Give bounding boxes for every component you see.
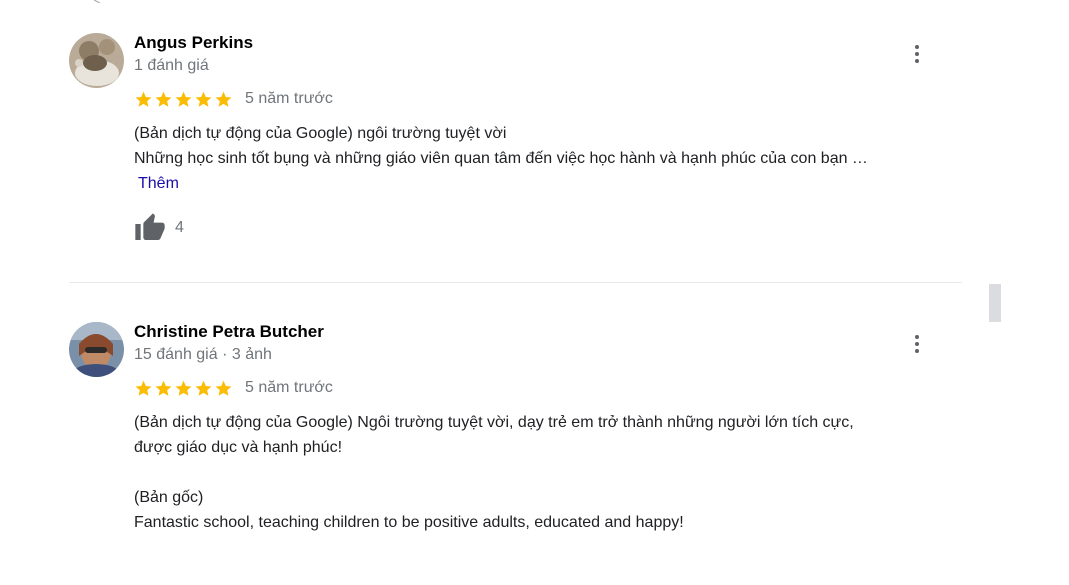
more-vert-icon	[915, 45, 919, 49]
like-count: 4	[175, 219, 184, 236]
reviewer-name[interactable]: Angus Perkins	[134, 33, 253, 53]
star-icon	[215, 380, 232, 396]
thumbs-up-icon	[135, 213, 165, 240]
review-divider	[69, 282, 962, 283]
review-text: (Bản dịch tự động của Google) Ngôi trườn…	[134, 410, 854, 535]
review-time: 5 năm trước	[245, 90, 333, 107]
more-options-button[interactable]	[905, 42, 929, 66]
original-text: Fantastic school, teaching children to b…	[134, 514, 684, 531]
star-icon	[175, 91, 192, 107]
reviewer-meta[interactable]: 15 đánh giá · 3 ảnh	[134, 345, 272, 365]
review-card: Angus Perkins 1 đánh giá 5 năm trước (Bả…	[0, 0, 1000, 280]
original-label: (Bản gốc)	[134, 489, 204, 506]
star-rating	[134, 379, 233, 398]
review-text: (Bản dịch tự động của Google) ngôi trườn…	[134, 121, 868, 196]
like-button[interactable]: 4	[134, 212, 184, 244]
rating-row: 5 năm trước	[134, 377, 333, 399]
more-link[interactable]: Thêm	[138, 175, 179, 192]
review-text-line: (Bản dịch tự động của Google) ngôi trườn…	[134, 125, 507, 142]
star-icon	[175, 380, 192, 396]
star-icon	[135, 380, 152, 396]
review-text-line: Những học sinh tốt bụng và những giáo vi…	[134, 150, 868, 167]
reviewer-meta[interactable]: 1 đánh giá	[134, 56, 209, 76]
star-icon	[155, 91, 172, 107]
rating-row: 5 năm trước	[134, 88, 333, 110]
review-text-line: (Bản dịch tự động của Google) Ngôi trườn…	[134, 414, 854, 431]
more-vert-icon	[915, 335, 919, 339]
star-icon	[195, 91, 212, 107]
more-options-button[interactable]	[905, 332, 929, 356]
star-rating	[134, 90, 233, 109]
avatar[interactable]	[69, 33, 124, 88]
avatar[interactable]	[69, 322, 124, 377]
star-icon	[155, 380, 172, 396]
review-text-line: được giáo dục và hạnh phúc!	[134, 439, 343, 456]
star-icon	[195, 380, 212, 396]
review-time: 5 năm trước	[245, 379, 333, 396]
reviewer-name[interactable]: Christine Petra Butcher	[134, 322, 324, 342]
star-icon	[135, 91, 152, 107]
star-icon	[215, 91, 232, 107]
review-card: Christine Petra Butcher 15 đánh giá · 3 …	[0, 290, 1000, 585]
